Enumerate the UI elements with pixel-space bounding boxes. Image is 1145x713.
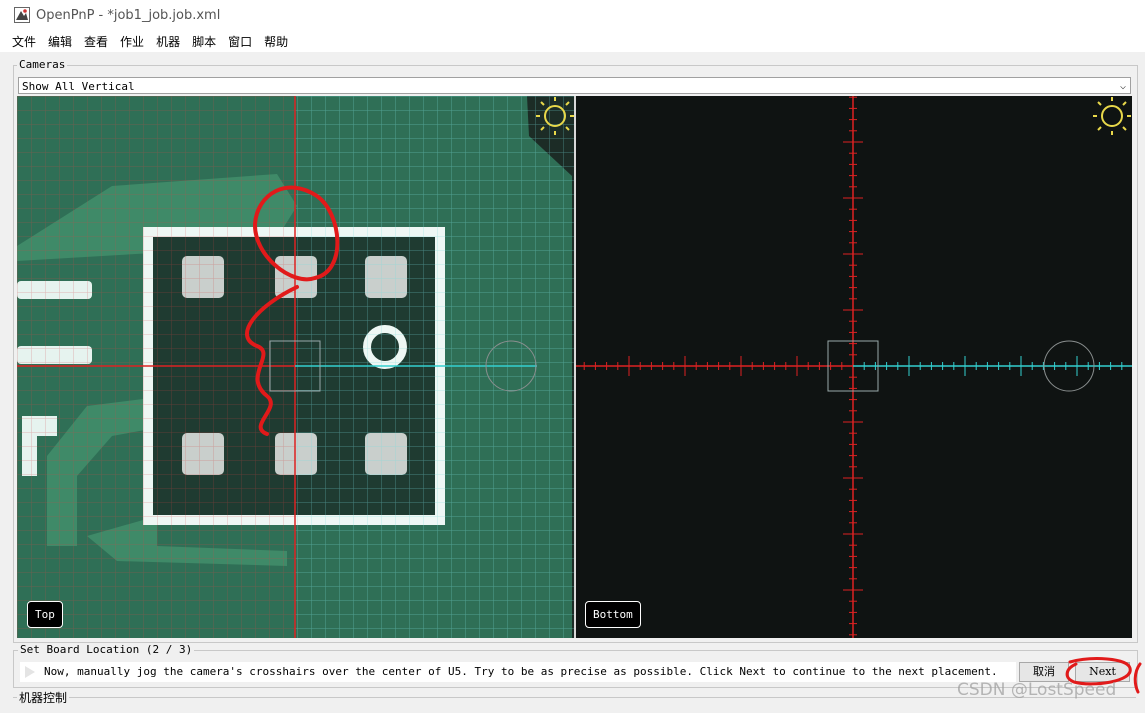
menu-job[interactable]: 作业 <box>120 33 144 50</box>
top-camera-label: Top <box>27 601 63 628</box>
menu-machine[interactable]: 机器 <box>156 33 180 50</box>
camera-view-selector[interactable]: Show All Vertical ⌵ <box>18 77 1131 94</box>
title-bar: OpenPnP - *job1_job.job.xml <box>0 0 1145 30</box>
menu-edit[interactable]: 编辑 <box>48 33 72 50</box>
menu-bar: 文件 编辑 查看 作业 机器 脚本 窗口 帮助 <box>0 30 1145 52</box>
instruction-text: Now, manually jog the camera's crosshair… <box>44 665 998 678</box>
top-camera-view[interactable]: Top <box>17 96 574 638</box>
bottom-camera-label: Bottom <box>585 601 641 628</box>
menu-help[interactable]: 帮助 <box>264 33 288 50</box>
window-title: OpenPnP - *job1_job.job.xml <box>36 7 221 23</box>
camera-view-selector-value: Show All Vertical <box>22 80 135 93</box>
board-location-legend: Set Board Location (2 / 3) <box>18 643 195 656</box>
bottom-camera-view[interactable]: Bottom <box>576 96 1132 638</box>
menu-window[interactable]: 窗口 <box>228 33 252 50</box>
menu-file[interactable]: 文件 <box>12 33 36 50</box>
machine-control-legend: 机器控制 <box>17 689 70 706</box>
play-arrow-icon <box>25 666 35 678</box>
instruction-box: Now, manually jog the camera's crosshair… <box>20 662 1016 682</box>
menu-script[interactable]: 脚本 <box>192 33 216 50</box>
menu-view[interactable]: 查看 <box>84 33 108 50</box>
cameras-panel-legend: Cameras <box>17 58 68 71</box>
watermark: CSDN @LostSpeed <box>957 680 1117 700</box>
chevron-down-icon[interactable]: ⌵ <box>1120 78 1126 95</box>
openpnp-app-icon <box>14 7 30 23</box>
